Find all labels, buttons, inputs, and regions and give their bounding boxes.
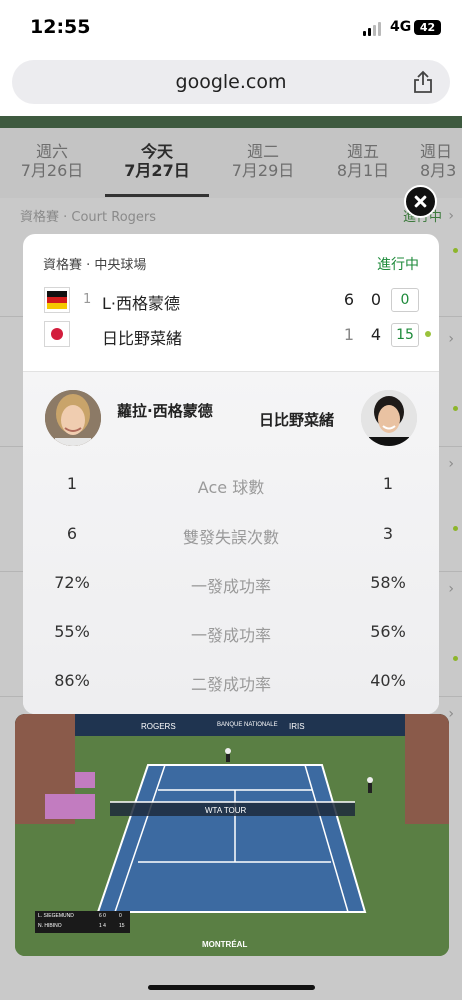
- chevron-right-icon: ›: [448, 706, 454, 722]
- stat-value: 56%: [370, 622, 406, 641]
- board-sponsor2: BANQUE NATIONALE: [217, 722, 278, 728]
- stat-value: 3: [382, 524, 394, 543]
- match-status: 進行中: [377, 257, 419, 273]
- stat-value: 72%: [54, 573, 90, 592]
- set-score: 1: [343, 325, 355, 344]
- stat-row: 55% 一發成功率 56%: [23, 622, 439, 646]
- cellular-signal-icon: [363, 22, 385, 36]
- scoreboard-sets1: 6 0: [99, 913, 106, 919]
- stat-row: 6 雙發失誤次數 3: [23, 524, 439, 548]
- serve-indicator: [453, 248, 458, 253]
- serve-indicator: [425, 331, 431, 337]
- player1-full-name: 蘿拉·西格蒙德: [117, 402, 213, 420]
- stat-value: 58%: [370, 573, 406, 592]
- stat-value: 55%: [54, 622, 90, 641]
- player-name: 日比野菜緒: [102, 329, 183, 348]
- tab-date-4[interactable]: 週日 8月3: [420, 142, 462, 180]
- share-icon[interactable]: [412, 70, 434, 94]
- battery-icon: 42: [414, 20, 441, 35]
- scoreboard-points2: 15: [119, 923, 125, 929]
- stat-label: 一發成功率: [190, 626, 271, 645]
- date-tabs: 週六 7月26日 今天 7月27日 週二 7月29日 週五 8月1日 週日 8月3: [0, 128, 462, 198]
- player-name: L·西格蒙德: [102, 294, 181, 313]
- scoreboard-sets2: 1 4: [99, 923, 106, 929]
- germany-flag-icon: [44, 287, 70, 313]
- stat-row: 86% 二發成功率 40%: [23, 671, 439, 695]
- board-sponsor3: IRIS: [289, 722, 305, 731]
- stat-row: 72% 一發成功率 58%: [23, 573, 439, 597]
- stat-value: 86%: [54, 671, 90, 690]
- court-text: MONTRÉAL: [202, 940, 247, 949]
- serve-indicator: [453, 526, 458, 531]
- player1-avatar: [45, 390, 101, 446]
- game-points: 15: [391, 323, 419, 347]
- set-score: 4: [370, 325, 382, 344]
- set-score: 6: [343, 290, 355, 309]
- player-seed: 1: [83, 292, 92, 307]
- player2-avatar: [361, 390, 417, 446]
- match-card: 資格賽 · 中央球場 進行中 1 L·西格蒙德 6 0 0 日比野菜緒 1 4 …: [23, 234, 439, 714]
- stat-label: 一發成功率: [190, 577, 271, 596]
- player2-full-name: 日比野菜緒: [259, 411, 335, 429]
- close-icon[interactable]: [404, 185, 437, 218]
- serve-indicator: [453, 406, 458, 411]
- chevron-right-icon: ›: [448, 331, 454, 347]
- home-indicator[interactable]: [148, 985, 315, 990]
- stat-value: 1: [66, 474, 78, 493]
- tab-date-1[interactable]: 今天 7月27日: [107, 142, 207, 180]
- tab-date-3[interactable]: 週五 8月1日: [313, 142, 413, 180]
- clock: 12:55: [30, 16, 91, 38]
- match-label: 資格賽 · 中央球場: [43, 258, 147, 273]
- board-sponsor1: ROGERS: [141, 722, 176, 731]
- net-text: WTA TOUR: [205, 806, 247, 815]
- set-score: 0: [370, 290, 382, 309]
- stat-value: 6: [66, 524, 78, 543]
- stat-label: 二發成功率: [190, 675, 271, 694]
- stat-value: 1: [382, 474, 394, 493]
- chevron-right-icon: ›: [448, 456, 454, 472]
- chevron-right-icon: ›: [448, 208, 454, 224]
- stat-label: Ace 球數: [197, 478, 265, 497]
- japan-flag-icon: [44, 321, 70, 347]
- header-strip: [0, 116, 462, 128]
- tab-date-2[interactable]: 週二 7月29日: [213, 142, 313, 180]
- chevron-right-icon: ›: [448, 581, 454, 597]
- video-scoreboard: L. SIEGEMUND 6 0 0 N. HIBINO 1 4 15: [35, 911, 130, 933]
- browser-toolbar: google.com: [0, 58, 462, 118]
- scoreboard-player1: L. SIEGEMUND: [38, 913, 74, 919]
- stat-row: 1 Ace 球數 1: [23, 474, 439, 498]
- section-label: 資格賽 · Court Rogers: [20, 210, 157, 225]
- match-stats: 蘿拉·西格蒙德 日比野菜緒 1 Ace 球數 1 6 雙發失誤次數 3 72% …: [23, 371, 439, 714]
- scoreboard-points1: 0: [119, 913, 122, 919]
- address-bar[interactable]: google.com: [12, 60, 450, 104]
- live-video-player[interactable]: ROGERS BANQUE NATIONALE IRIS WTA TOUR MO…: [15, 714, 449, 956]
- scoreboard-player2: N. HIBINO: [38, 923, 62, 929]
- status-bar: 12:55 4G 42: [0, 0, 462, 58]
- game-points: 0: [391, 288, 419, 312]
- selected-tab-indicator: [105, 194, 209, 197]
- serve-indicator: [453, 656, 458, 661]
- network-type: 4G: [390, 19, 412, 35]
- stat-value: 40%: [370, 671, 406, 690]
- stat-label: 雙發失誤次數: [182, 528, 279, 547]
- url-text[interactable]: google.com: [12, 71, 450, 93]
- tab-date-0[interactable]: 週六 7月26日: [2, 142, 102, 180]
